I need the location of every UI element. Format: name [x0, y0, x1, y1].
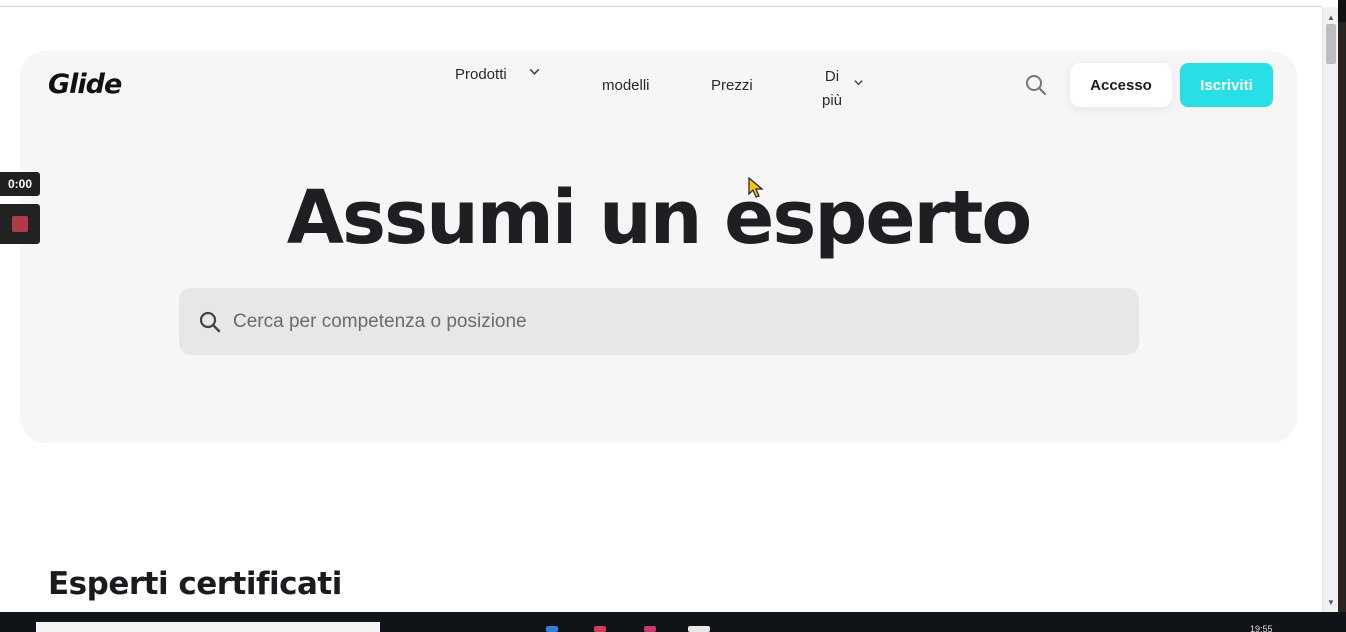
- scroll-up-arrow-icon[interactable]: ▲: [1323, 11, 1339, 25]
- scrollbar-thumb[interactable]: [1326, 24, 1336, 64]
- search-input[interactable]: [233, 288, 1113, 355]
- taskbar-app-icon[interactable]: [594, 626, 606, 632]
- scroll-down-arrow-icon[interactable]: ▼: [1323, 596, 1339, 610]
- taskbar-app-icon[interactable]: [688, 626, 710, 632]
- nav-more-line1: Di: [824, 68, 840, 85]
- nav-templates[interactable]: modelli: [602, 77, 650, 94]
- chevron-down-icon[interactable]: [528, 65, 541, 81]
- taskbar-app-icon[interactable]: [644, 626, 656, 632]
- taskbar-search-box[interactable]: [36, 622, 380, 632]
- glide-logo[interactable]: Glide: [48, 69, 122, 100]
- taskbar-app-icon[interactable]: [546, 626, 558, 632]
- cursor-icon: [748, 176, 764, 199]
- login-button[interactable]: Accesso: [1070, 63, 1172, 107]
- recording-timer: 0:00: [0, 172, 40, 196]
- browser-top-edge: [0, 0, 1322, 7]
- desktop-edge: [1338, 0, 1346, 632]
- taskbar-clock[interactable]: 19:55: [1250, 624, 1273, 632]
- nav-pricing[interactable]: Prezzi: [711, 77, 753, 94]
- page-title: Assumi un esperto: [286, 175, 1033, 261]
- os-taskbar: 19:55: [0, 612, 1346, 632]
- nav-more[interactable]: Di più: [817, 65, 847, 113]
- hero-section: Glide Prodotti modelli Prezzi Di più Acc…: [20, 51, 1297, 443]
- nav-more-line2: più: [821, 92, 843, 109]
- page-scrollbar[interactable]: ▲ ▼: [1322, 7, 1338, 612]
- signup-button[interactable]: Iscriviti: [1180, 63, 1273, 107]
- stop-recording-button[interactable]: [0, 204, 40, 244]
- chevron-down-icon[interactable]: [853, 77, 864, 91]
- nav-products[interactable]: Prodotti: [455, 66, 507, 83]
- section-title: Esperti certificati: [48, 566, 342, 602]
- search-icon: [198, 310, 222, 334]
- search-icon[interactable]: [1024, 73, 1048, 97]
- expert-search-bar[interactable]: [179, 288, 1139, 355]
